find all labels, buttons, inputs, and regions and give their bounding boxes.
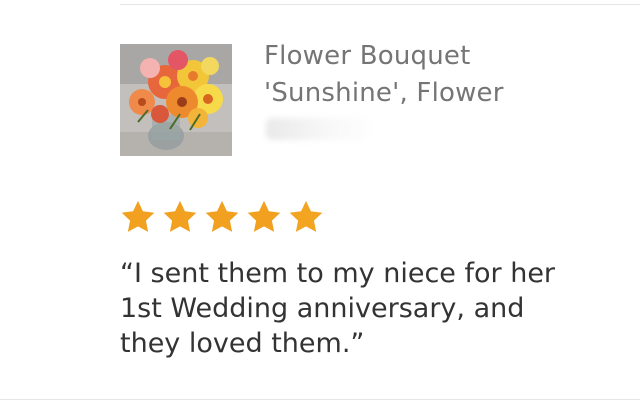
product-title[interactable]: Flower Bouquet 'Sunshine', Flower bbox=[264, 38, 604, 112]
product-thumbnail[interactable] bbox=[120, 44, 232, 156]
top-divider bbox=[120, 4, 640, 5]
star-icon bbox=[289, 200, 323, 232]
star-icon bbox=[205, 200, 239, 232]
review-text: “I sent them to my niece for her 1st Wed… bbox=[120, 258, 556, 359]
bottom-divider bbox=[0, 399, 640, 400]
star-icon bbox=[163, 200, 197, 232]
star-icon bbox=[121, 200, 155, 232]
star-rating bbox=[119, 198, 325, 240]
star-icon bbox=[247, 200, 281, 232]
price-placeholder bbox=[266, 118, 370, 140]
flower-bouquet-photo bbox=[120, 44, 232, 156]
